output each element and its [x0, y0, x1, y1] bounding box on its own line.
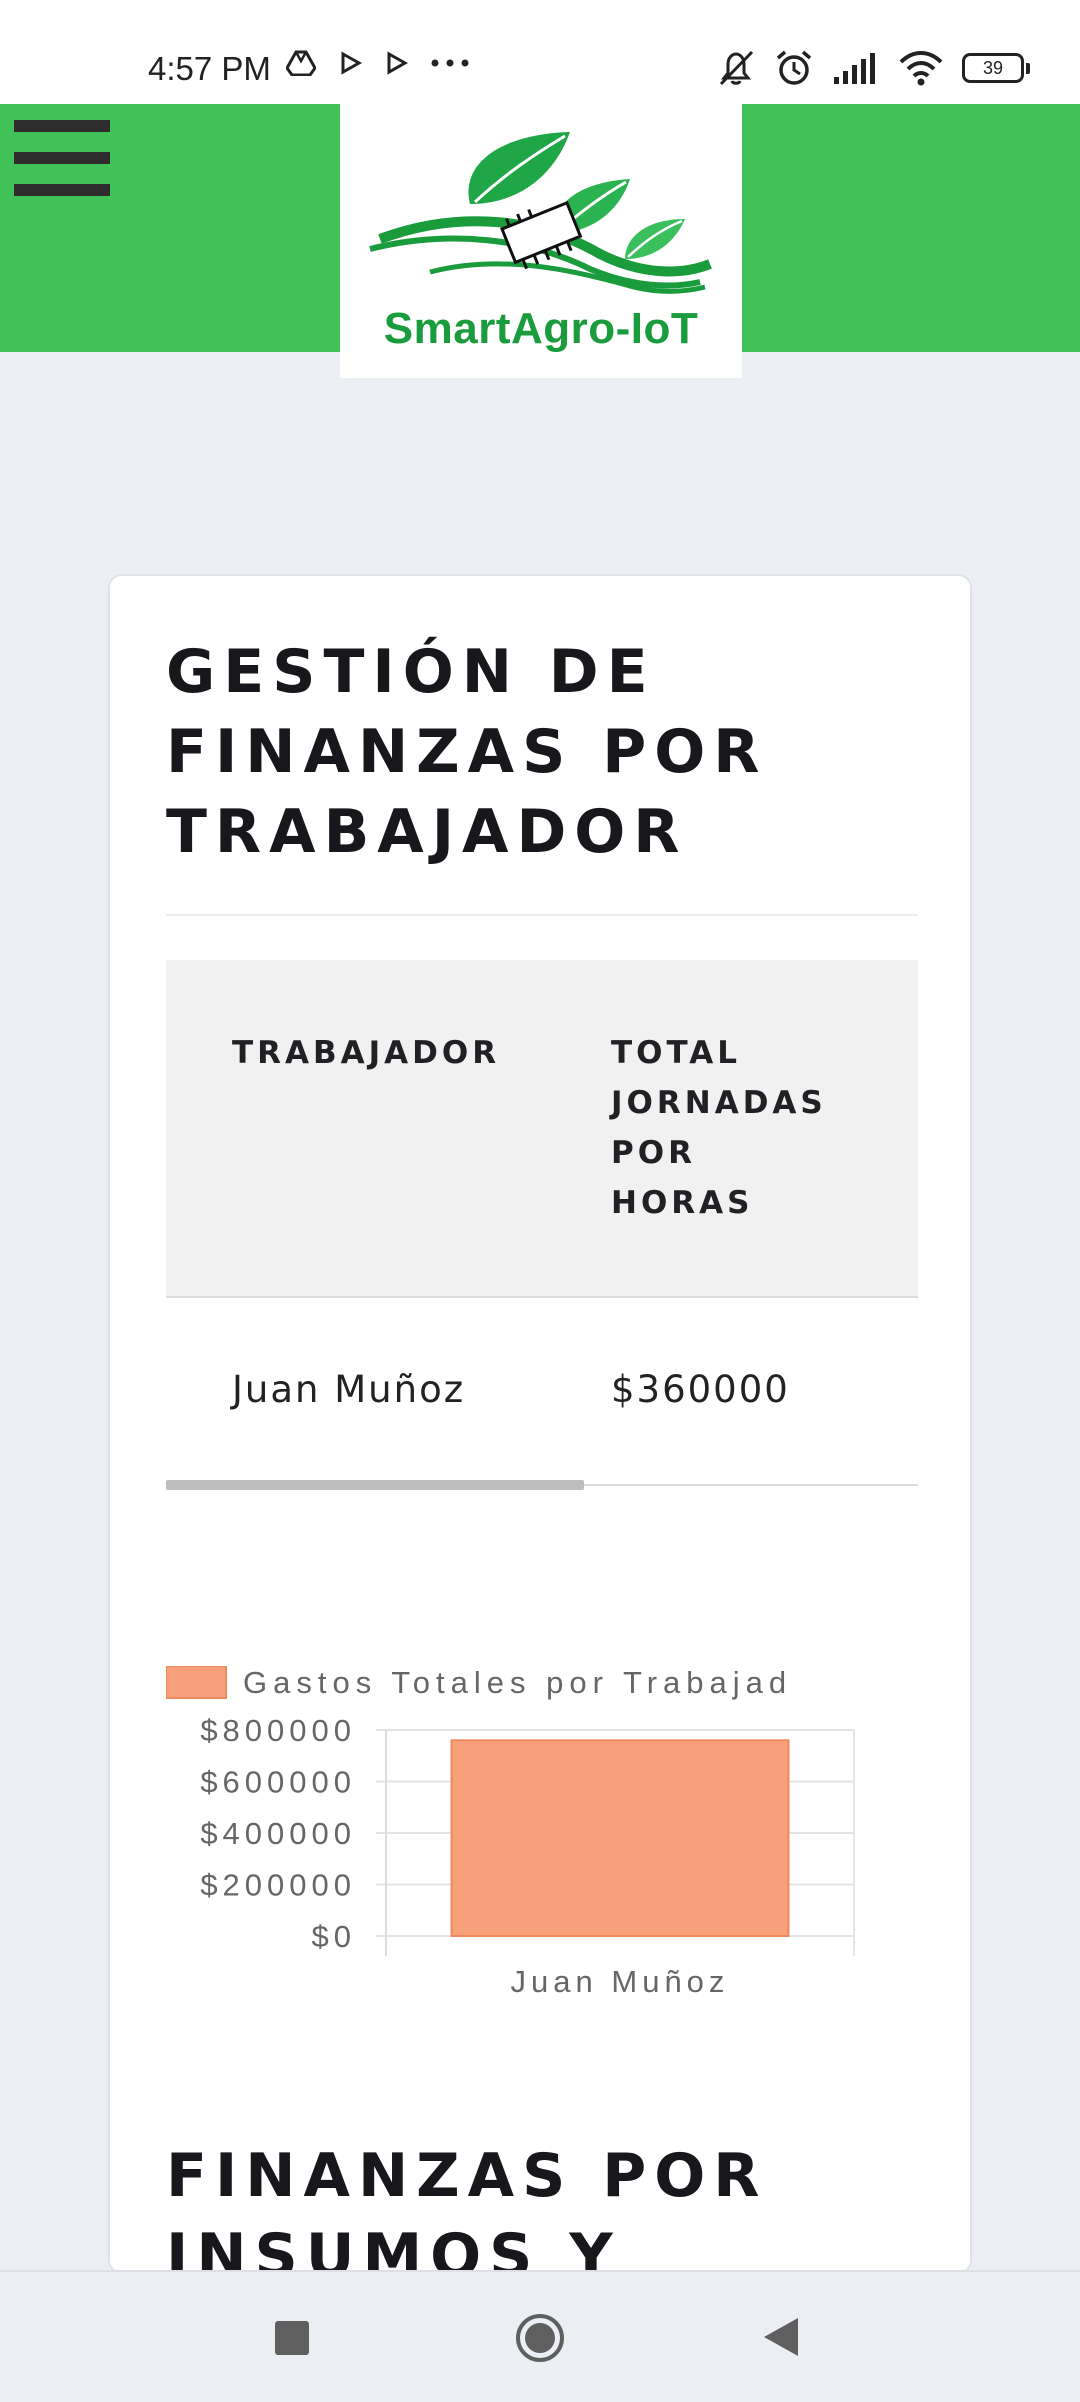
play-icon — [341, 51, 362, 75]
x-tick-label: Juan Muñoz — [511, 1964, 730, 1999]
legend-label[interactable]: Gastos Totales por Trabajad — [243, 1666, 792, 1700]
logo[interactable]: SmartAgro-IoT — [340, 104, 742, 378]
worker-finance-table: TRABAJADOR TOTAL JORNADAS POR HORAS Juan… — [166, 960, 918, 1486]
wifi-icon — [899, 51, 943, 86]
notification-icons — [286, 50, 470, 76]
table-row: Juan Muñoz $360000 — [166, 1298, 918, 1486]
legend-swatch — [166, 1666, 227, 1699]
column-header-trabajador: TRABAJADOR — [232, 1035, 501, 1071]
back-triangle-icon[interactable] — [762, 2316, 800, 2358]
mute-icon — [719, 50, 754, 86]
expenses-bar-chart: Gastos Totales por Trabajad $800000 $6000… — [166, 1666, 855, 1999]
battery-icon: 39 — [962, 53, 1030, 83]
android-nav-bar — [0, 2270, 1080, 2402]
y-tick-label: $400000 — [200, 1816, 356, 1851]
cell-total-amount: $360000 — [611, 1368, 790, 1411]
table-header: TRABAJADOR TOTAL JORNADAS POR HORAS — [166, 960, 918, 1298]
play-icon — [387, 51, 408, 75]
y-tick-label: $600000 — [200, 1765, 356, 1800]
home-circle-icon[interactable] — [514, 2312, 566, 2364]
column-header-total-jornadas: TOTAL JORNADAS POR HORAS — [611, 1035, 827, 1221]
section-title-inputs: FINANZAS POR INSUMOS Y — [166, 2141, 768, 2274]
divider — [166, 914, 918, 916]
drive-icon — [286, 50, 316, 76]
recents-square-icon[interactable] — [274, 2320, 310, 2356]
system-icons: 39 — [716, 48, 1030, 88]
y-tick-label: $0 — [312, 1919, 356, 1954]
y-tick-label: $800000 — [200, 1713, 356, 1748]
logo-text: SmartAgro-IoT — [383, 304, 699, 353]
finance-card: GESTIÓN DE FINANZAS POR TRABAJADOR TRABA… — [108, 574, 972, 2274]
cell-worker-name: Juan Muñoz — [232, 1368, 466, 1411]
clock: 4:57 PM — [148, 50, 271, 87]
status-bar: 4:57 PM 39 — [0, 0, 1080, 104]
alarm-icon — [776, 50, 812, 85]
leaf-logo-icon — [369, 132, 712, 294]
signal-icon — [834, 53, 875, 84]
more-dots-icon — [431, 59, 469, 67]
hamburger-menu-icon[interactable] — [14, 120, 110, 196]
table-horizontal-scrollbar[interactable] — [166, 1480, 584, 1490]
section-title-workers: GESTIÓN DE FINANZAS POR TRABAJADOR — [166, 637, 768, 867]
bar[interactable] — [450, 1739, 790, 1937]
y-tick-label: $200000 — [200, 1868, 356, 1903]
